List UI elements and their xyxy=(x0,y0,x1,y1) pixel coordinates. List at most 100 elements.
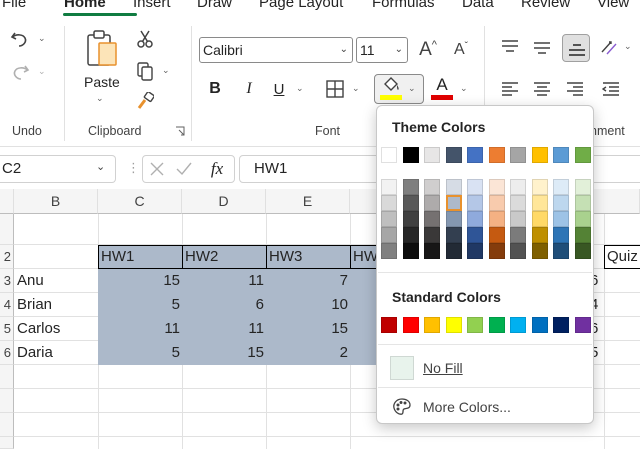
theme-color-swatch[interactable] xyxy=(445,147,462,163)
paste-label[interactable]: Paste xyxy=(84,74,120,90)
standard-color-swatch[interactable] xyxy=(553,317,569,333)
theme-shade-swatch[interactable] xyxy=(553,195,569,211)
underline-chevron-icon[interactable]: ⌄ xyxy=(296,83,304,94)
copy-chevron-icon[interactable]: ⌄ xyxy=(162,65,170,76)
theme-shade-swatch[interactable] xyxy=(445,179,462,195)
standard-color-swatch[interactable] xyxy=(488,317,505,333)
column-header-b[interactable]: B xyxy=(14,189,98,214)
theme-shade-swatch[interactable] xyxy=(510,195,526,211)
cell-e2[interactable]: HW3 xyxy=(266,245,351,269)
tab-file[interactable]: File xyxy=(2,0,26,11)
cell-value[interactable]: 7 xyxy=(266,269,348,293)
row-header[interactable] xyxy=(0,413,14,437)
cell-name[interactable]: Brian xyxy=(17,293,97,317)
decrease-indent-icon[interactable] xyxy=(599,78,623,100)
cell-value[interactable]: 11 xyxy=(98,317,180,341)
row-header[interactable] xyxy=(0,389,14,413)
standard-color-swatch[interactable] xyxy=(445,317,462,333)
orientation-chevron-icon[interactable]: ⌄ xyxy=(624,41,632,52)
standard-color-swatch[interactable] xyxy=(467,317,483,333)
theme-shade-swatch[interactable] xyxy=(531,179,548,195)
theme-color-swatch[interactable] xyxy=(531,147,548,163)
select-all-corner[interactable] xyxy=(0,189,14,214)
undo-chevron-icon[interactable]: ⌄ xyxy=(38,33,46,44)
theme-shade-swatch[interactable] xyxy=(510,179,526,195)
cell-value[interactable]: 2 xyxy=(266,341,348,365)
no-fill-icon[interactable] xyxy=(390,356,414,380)
theme-shade-swatch[interactable] xyxy=(510,211,526,227)
theme-shade-swatch[interactable] xyxy=(553,227,569,243)
standard-color-swatch[interactable] xyxy=(574,317,591,333)
theme-shade-swatch[interactable] xyxy=(381,211,397,227)
theme-shade-swatch[interactable] xyxy=(510,243,526,259)
theme-shade-swatch[interactable] xyxy=(574,211,591,227)
align-bottom-button[interactable] xyxy=(562,34,590,62)
clipboard-launcher-icon[interactable] xyxy=(174,125,186,137)
row-header[interactable]: 4 xyxy=(0,293,14,317)
theme-shade-swatch[interactable] xyxy=(574,179,591,195)
theme-shade-swatch[interactable] xyxy=(531,195,548,211)
theme-shade-swatch[interactable] xyxy=(510,227,526,243)
tab-draw[interactable]: Draw xyxy=(197,0,232,11)
cell-name[interactable]: Carlos xyxy=(17,317,97,341)
theme-color-swatch[interactable] xyxy=(402,147,419,163)
standard-color-swatch[interactable] xyxy=(381,317,397,333)
column-header-d[interactable]: D xyxy=(182,189,266,214)
theme-color-swatch[interactable] xyxy=(467,147,483,163)
cell-d2[interactable]: HW2 xyxy=(182,245,267,269)
cell-value[interactable]: 11 xyxy=(182,317,264,341)
theme-shade-swatch[interactable] xyxy=(488,195,505,211)
theme-shade-swatch[interactable] xyxy=(574,195,591,211)
theme-shade-swatch[interactable] xyxy=(381,243,397,259)
row-header[interactable]: 3 xyxy=(0,269,14,293)
column-header-c[interactable]: C xyxy=(98,189,182,214)
redo-chevron-icon[interactable]: ⌄ xyxy=(38,66,46,77)
theme-color-swatch[interactable] xyxy=(381,147,397,163)
theme-shade-swatch[interactable] xyxy=(467,195,483,211)
align-center-icon[interactable] xyxy=(530,78,554,100)
align-right-icon[interactable] xyxy=(563,78,587,100)
borders-chevron-icon[interactable]: ⌄ xyxy=(352,83,360,94)
insert-function-button[interactable]: fx xyxy=(203,156,231,182)
theme-shade-swatch[interactable] xyxy=(488,243,505,259)
column-header-e[interactable]: E xyxy=(266,189,350,214)
theme-shade-swatch[interactable] xyxy=(488,179,505,195)
standard-color-swatch[interactable] xyxy=(424,317,440,333)
theme-color-swatch[interactable] xyxy=(510,147,526,163)
standard-color-swatch[interactable] xyxy=(402,317,419,333)
theme-shade-swatch[interactable] xyxy=(424,195,440,211)
cell-value[interactable]: 6 xyxy=(182,293,264,317)
align-left-icon[interactable] xyxy=(498,78,522,100)
theme-shade-swatch[interactable] xyxy=(381,195,397,211)
row-header[interactable]: 6 xyxy=(0,341,14,365)
row-header[interactable]: 5 xyxy=(0,317,14,341)
theme-shade-swatch[interactable] xyxy=(488,227,505,243)
theme-shade-swatch[interactable] xyxy=(424,211,440,227)
theme-shade-swatch[interactable] xyxy=(531,243,548,259)
format-painter-icon[interactable] xyxy=(134,91,156,113)
bold-button[interactable]: B xyxy=(204,77,226,101)
cell-value[interactable]: 11 xyxy=(182,269,264,293)
orientation-icon[interactable] xyxy=(597,36,621,58)
grow-font-button[interactable]: A ^ xyxy=(415,37,441,63)
theme-shade-swatch[interactable] xyxy=(531,227,548,243)
font-color-chevron-icon[interactable]: ⌄ xyxy=(460,83,468,94)
theme-shade-swatch[interactable] xyxy=(445,211,462,227)
cell-quiz-header[interactable]: Quiz xyxy=(604,245,640,269)
theme-shade-swatch[interactable] xyxy=(531,211,548,227)
cell-name[interactable]: Daria xyxy=(17,341,97,365)
cell-value[interactable]: 15 xyxy=(182,341,264,365)
chevron-down-icon[interactable]: ⌄ xyxy=(96,160,105,173)
paste-chevron-icon[interactable]: ⌄ xyxy=(96,93,104,104)
enter-check-icon[interactable] xyxy=(174,159,194,179)
theme-shade-swatch[interactable] xyxy=(424,179,440,195)
theme-shade-swatch[interactable] xyxy=(445,243,462,259)
fill-color-chevron-icon[interactable]: ⌄ xyxy=(408,83,416,94)
formula-bar-grip-icon[interactable]: ⋮ xyxy=(127,160,140,176)
underline-button[interactable]: U xyxy=(268,77,290,101)
tab-review[interactable]: Review xyxy=(521,0,570,11)
italic-button[interactable]: I xyxy=(238,77,260,101)
borders-icon[interactable] xyxy=(323,77,347,101)
cell-value[interactable]: 15 xyxy=(98,269,180,293)
cell-value[interactable]: 5 xyxy=(98,341,180,365)
